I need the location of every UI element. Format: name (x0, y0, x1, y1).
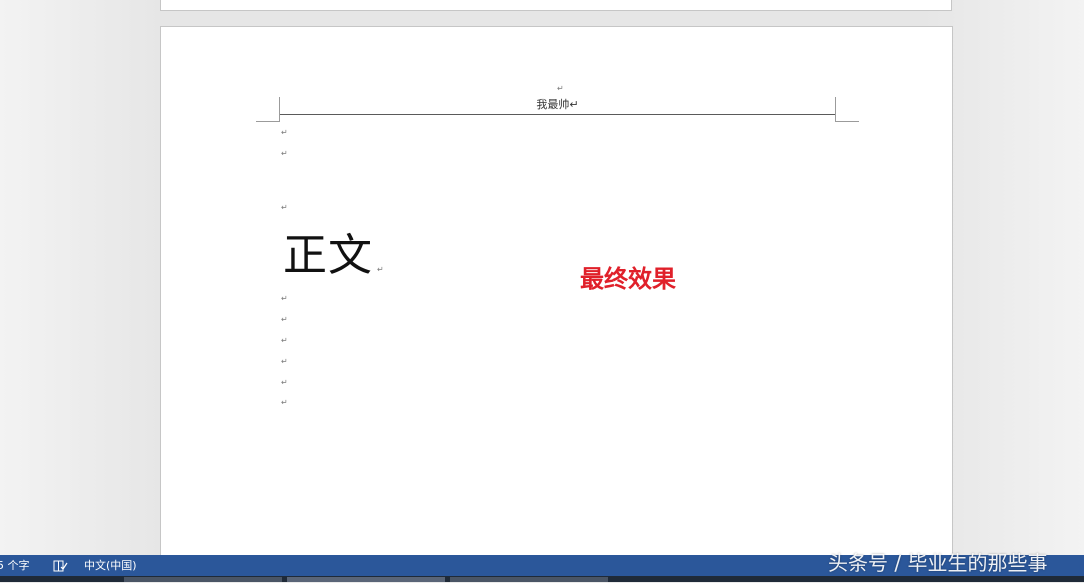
paragraph-mark: ↵ (281, 398, 288, 407)
paragraph-mark: ↵ (281, 128, 288, 137)
header-underline (279, 114, 836, 115)
paragraph-mark: ↵ (281, 357, 288, 366)
word-count[interactable]: 5 个字 (0, 555, 30, 576)
paragraph-mark: ↵ (281, 294, 288, 303)
header-corner-right-h (835, 121, 859, 122)
taskbar-item[interactable] (124, 577, 282, 582)
language-indicator[interactable]: 中文(中国) (84, 555, 137, 576)
body-title-text: 正文 (283, 230, 373, 281)
paragraph-mark: ↵ (281, 378, 288, 387)
annotation-label: 最终效果 (580, 265, 676, 293)
watermark: 头条号 / 毕业生的那些事 (828, 551, 1048, 575)
taskbar-item[interactable] (450, 577, 608, 582)
document-page[interactable]: ↵ 我最帅↵ ↵ ↵ ↵ 正文 ↵ ↵ ↵ ↵ ↵ ↵ ↵ 最终效果 (160, 26, 953, 555)
paragraph-mark: ↵ (281, 149, 288, 158)
taskbar-item[interactable] (287, 577, 445, 582)
paragraph-mark: ↵ (281, 315, 288, 324)
paragraph-mark: ↵ (281, 336, 288, 345)
paragraph-mark: ↵ (377, 265, 384, 274)
header-corner-right (835, 97, 836, 121)
header-corner-left-h (256, 121, 280, 122)
header-corner-left (279, 97, 280, 121)
proofing-book-icon[interactable] (52, 555, 68, 576)
document-viewport[interactable]: ↵ 我最帅↵ ↵ ↵ ↵ 正文 ↵ ↵ ↵ ↵ ↵ ↵ ↵ 最终效果 (0, 0, 1084, 555)
paragraph-mark: ↵ (557, 84, 564, 93)
previous-page (160, 0, 952, 11)
paragraph-mark: ↵ (281, 203, 288, 212)
body-title[interactable]: 正文 (283, 229, 373, 283)
